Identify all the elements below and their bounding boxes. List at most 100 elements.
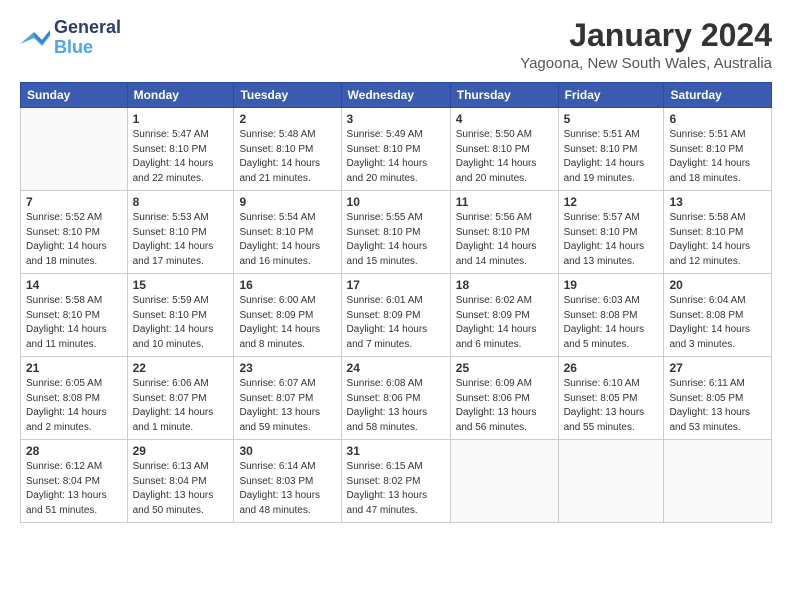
calendar-cell: 14 Sunrise: 5:58 AMSunset: 8:10 PMDayligh… — [21, 274, 128, 357]
calendar-cell: 1 Sunrise: 5:47 AMSunset: 8:10 PMDaylight… — [127, 108, 234, 191]
day-number: 3 — [347, 112, 445, 126]
day-info: Sunrise: 5:51 AMSunset: 8:10 PMDaylight:… — [669, 128, 766, 186]
calendar-row-1: 1 Sunrise: 5:47 AMSunset: 8:10 PMDaylight… — [21, 108, 772, 191]
calendar-table: Sunday Monday Tuesday Wednesday Thursday… — [20, 82, 772, 523]
day-info: Sunrise: 6:13 AMSunset: 8:04 PMDaylight:… — [133, 460, 229, 518]
calendar-cell: 28 Sunrise: 6:12 AMSunset: 8:04 PMDayligh… — [21, 440, 128, 523]
header-friday: Friday — [558, 83, 664, 108]
day-info: Sunrise: 6:06 AMSunset: 8:07 PMDaylight:… — [133, 377, 229, 435]
calendar-cell: 25 Sunrise: 6:09 AMSunset: 8:06 PMDayligh… — [450, 357, 558, 440]
calendar-row-2: 7 Sunrise: 5:52 AMSunset: 8:10 PMDaylight… — [21, 191, 772, 274]
day-number: 28 — [26, 444, 122, 458]
calendar-cell: 18 Sunrise: 6:02 AMSunset: 8:09 PMDayligh… — [450, 274, 558, 357]
day-number: 4 — [456, 112, 553, 126]
day-number: 7 — [26, 195, 122, 209]
day-number: 31 — [347, 444, 445, 458]
day-info: Sunrise: 5:59 AMSunset: 8:10 PMDaylight:… — [133, 294, 229, 352]
day-info: Sunrise: 5:58 AMSunset: 8:10 PMDaylight:… — [26, 294, 122, 352]
day-info: Sunrise: 6:10 AMSunset: 8:05 PMDaylight:… — [564, 377, 659, 435]
calendar-cell: 9Sunrise: 5:54 AMSunset: 8:10 PMDaylight… — [234, 191, 341, 274]
calendar-cell: 31Sunrise: 6:15 AMSunset: 8:02 PMDayligh… — [341, 440, 450, 523]
day-info: Sunrise: 6:05 AMSunset: 8:08 PMDaylight:… — [26, 377, 122, 435]
day-number: 21 — [26, 361, 122, 375]
header-tuesday: Tuesday — [234, 83, 341, 108]
day-info: Sunrise: 6:01 AMSunset: 8:09 PMDaylight:… — [347, 294, 445, 352]
day-number: 25 — [456, 361, 553, 375]
calendar-cell: 10 Sunrise: 5:55 AMSunset: 8:10 PMDayligh… — [341, 191, 450, 274]
day-number: 19 — [564, 278, 659, 292]
calendar-cell: 13 Sunrise: 5:58 AMSunset: 8:10 PMDayligh… — [664, 191, 772, 274]
day-number: 14 — [26, 278, 122, 292]
day-number: 1 — [133, 112, 229, 126]
location-title: Yagoona, New South Wales, Australia — [520, 55, 772, 72]
calendar-cell: 5Sunrise: 5:51 AMSunset: 8:10 PMDaylight… — [558, 108, 664, 191]
day-info: Sunrise: 6:00 AMSunset: 8:09 PMDaylight:… — [239, 294, 335, 352]
calendar-cell — [21, 108, 128, 191]
calendar-cell: 20 Sunrise: 6:04 AMSunset: 8:08 PMDayligh… — [664, 274, 772, 357]
day-info: Sunrise: 5:51 AMSunset: 8:10 PMDaylight:… — [564, 128, 659, 186]
header-sunday: Sunday — [21, 83, 128, 108]
day-number: 11 — [456, 195, 553, 209]
day-number: 8 — [133, 195, 229, 209]
calendar-body: 1 Sunrise: 5:47 AMSunset: 8:10 PMDaylight… — [21, 108, 772, 523]
day-info: Sunrise: 5:50 AMSunset: 8:10 PMDaylight:… — [456, 128, 553, 186]
day-number: 27 — [669, 361, 766, 375]
day-number: 29 — [133, 444, 229, 458]
header-thursday: Thursday — [450, 83, 558, 108]
day-info: Sunrise: 5:56 AMSunset: 8:10 PMDaylight:… — [456, 211, 553, 269]
day-number: 20 — [669, 278, 766, 292]
header-wednesday: Wednesday — [341, 83, 450, 108]
calendar-cell: 16 Sunrise: 6:00 AMSunset: 8:09 PMDayligh… — [234, 274, 341, 357]
page: GeneralBlue January 2024 Yagoona, New So… — [0, 0, 792, 612]
calendar-cell — [450, 440, 558, 523]
calendar-cell: 7 Sunrise: 5:52 AMSunset: 8:10 PMDaylight… — [21, 191, 128, 274]
day-info: Sunrise: 5:47 AMSunset: 8:10 PMDaylight:… — [133, 128, 229, 186]
day-info: Sunrise: 5:52 AMSunset: 8:10 PMDaylight:… — [26, 211, 122, 269]
day-info: Sunrise: 5:57 AMSunset: 8:10 PMDaylight:… — [564, 211, 659, 269]
day-number: 26 — [564, 361, 659, 375]
calendar-cell: 3Sunrise: 5:49 AMSunset: 8:10 PMDaylight… — [341, 108, 450, 191]
calendar-cell — [558, 440, 664, 523]
calendar-cell: 4 Sunrise: 5:50 AMSunset: 8:10 PMDaylight… — [450, 108, 558, 191]
day-number: 10 — [347, 195, 445, 209]
calendar-cell: 21 Sunrise: 6:05 AMSunset: 8:08 PMDayligh… — [21, 357, 128, 440]
header-saturday: Saturday — [664, 83, 772, 108]
day-info: Sunrise: 6:04 AMSunset: 8:08 PMDaylight:… — [669, 294, 766, 352]
day-info: Sunrise: 6:09 AMSunset: 8:06 PMDaylight:… — [456, 377, 553, 435]
day-info: Sunrise: 6:07 AMSunset: 8:07 PMDaylight:… — [239, 377, 335, 435]
calendar-cell: 26 Sunrise: 6:10 AMSunset: 8:05 PMDayligh… — [558, 357, 664, 440]
day-info: Sunrise: 6:02 AMSunset: 8:09 PMDaylight:… — [456, 294, 553, 352]
calendar-row-5: 28 Sunrise: 6:12 AMSunset: 8:04 PMDayligh… — [21, 440, 772, 523]
calendar-row-4: 21 Sunrise: 6:05 AMSunset: 8:08 PMDayligh… — [21, 357, 772, 440]
day-info: Sunrise: 6:12 AMSunset: 8:04 PMDaylight:… — [26, 460, 122, 518]
header: GeneralBlue January 2024 Yagoona, New So… — [20, 18, 772, 72]
day-info: Sunrise: 5:58 AMSunset: 8:10 PMDaylight:… — [669, 211, 766, 269]
day-info: Sunrise: 5:55 AMSunset: 8:10 PMDaylight:… — [347, 211, 445, 269]
day-info: Sunrise: 6:03 AMSunset: 8:08 PMDaylight:… — [564, 294, 659, 352]
day-info: Sunrise: 5:48 AMSunset: 8:10 PMDaylight:… — [239, 128, 335, 186]
calendar-row-3: 14 Sunrise: 5:58 AMSunset: 8:10 PMDayligh… — [21, 274, 772, 357]
calendar-cell: 12Sunrise: 5:57 AMSunset: 8:10 PMDayligh… — [558, 191, 664, 274]
day-number: 16 — [239, 278, 335, 292]
day-number: 22 — [133, 361, 229, 375]
calendar-cell: 23 Sunrise: 6:07 AMSunset: 8:07 PMDayligh… — [234, 357, 341, 440]
logo-text: GeneralBlue — [54, 18, 121, 58]
calendar-cell: 24Sunrise: 6:08 AMSunset: 8:06 PMDayligh… — [341, 357, 450, 440]
calendar-cell: 11 Sunrise: 5:56 AMSunset: 8:10 PMDayligh… — [450, 191, 558, 274]
day-number: 13 — [669, 195, 766, 209]
day-info: Sunrise: 6:11 AMSunset: 8:05 PMDaylight:… — [669, 377, 766, 435]
day-info: Sunrise: 5:54 AMSunset: 8:10 PMDaylight:… — [239, 211, 335, 269]
day-number: 24 — [347, 361, 445, 375]
calendar-cell: 30Sunrise: 6:14 AMSunset: 8:03 PMDayligh… — [234, 440, 341, 523]
day-number: 6 — [669, 112, 766, 126]
day-number: 17 — [347, 278, 445, 292]
weekday-header-row: Sunday Monday Tuesday Wednesday Thursday… — [21, 83, 772, 108]
calendar-cell: 19 Sunrise: 6:03 AMSunset: 8:08 PMDayligh… — [558, 274, 664, 357]
day-info: Sunrise: 6:14 AMSunset: 8:03 PMDaylight:… — [239, 460, 335, 518]
calendar-cell — [664, 440, 772, 523]
day-number: 18 — [456, 278, 553, 292]
day-number: 23 — [239, 361, 335, 375]
title-block: January 2024 Yagoona, New South Wales, A… — [520, 18, 772, 72]
header-monday: Monday — [127, 83, 234, 108]
calendar-cell: 27 Sunrise: 6:11 AMSunset: 8:05 PMDayligh… — [664, 357, 772, 440]
